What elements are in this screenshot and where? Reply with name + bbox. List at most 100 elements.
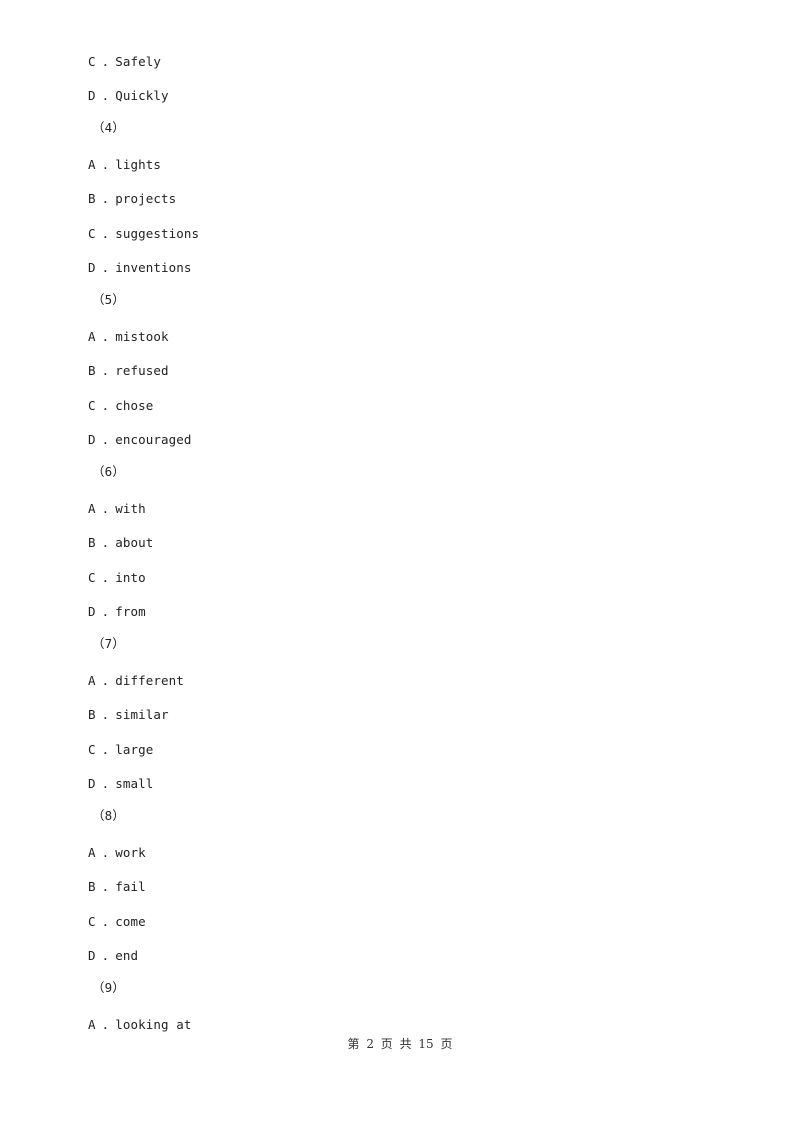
option-separator: .	[101, 570, 110, 585]
answer-option[interactable]: C. come	[88, 914, 146, 930]
option-letter: A	[88, 157, 96, 172]
question-number: （5）	[92, 292, 125, 307]
option-letter: B	[88, 363, 96, 378]
option-text: large	[115, 742, 154, 757]
answer-option[interactable]: D. encouraged	[88, 432, 192, 448]
option-letter: A	[88, 501, 96, 516]
question-number: （9）	[92, 980, 125, 995]
option-letter: C	[88, 398, 96, 413]
option-text: similar	[115, 707, 169, 722]
option-text: suggestions	[115, 226, 200, 241]
answer-option[interactable]: D. end	[88, 948, 138, 964]
answer-option[interactable]: B. refused	[88, 363, 169, 379]
option-letter: A	[88, 1017, 96, 1032]
option-text: mistook	[115, 329, 169, 344]
option-text: with	[115, 501, 146, 516]
option-separator: .	[101, 363, 110, 378]
option-text: small	[115, 776, 154, 791]
option-separator: .	[101, 879, 110, 894]
answer-option[interactable]: A. lights	[88, 157, 161, 173]
option-text: fail	[115, 879, 146, 894]
question-number: （7）	[92, 636, 125, 651]
answer-option[interactable]: D. inventions	[88, 260, 192, 276]
option-separator: .	[101, 329, 110, 344]
option-text: come	[115, 914, 146, 929]
answer-option[interactable]: B. about	[88, 535, 153, 551]
option-text: work	[115, 845, 146, 860]
option-separator: .	[101, 845, 110, 860]
option-letter: D	[88, 260, 96, 275]
option-letter: C	[88, 54, 96, 69]
option-text: about	[115, 535, 154, 550]
option-letter: C	[88, 226, 96, 241]
option-separator: .	[101, 432, 110, 447]
document-page: C. Safely D. Quickly （4） A. lights B. projects C.…	[0, 0, 800, 1132]
option-text: Safely	[115, 54, 162, 69]
answer-option[interactable]: A. work	[88, 845, 146, 861]
option-separator: .	[101, 707, 110, 722]
option-letter: A	[88, 673, 96, 688]
question-number: （4）	[92, 120, 125, 135]
option-text: inventions	[115, 260, 192, 275]
answer-option[interactable]: D. Quickly	[88, 88, 169, 104]
answer-option[interactable]: C. chose	[88, 398, 153, 414]
option-letter: C	[88, 570, 96, 585]
option-separator: .	[101, 191, 110, 206]
option-separator: .	[101, 948, 110, 963]
option-separator: .	[101, 260, 110, 275]
option-text: from	[115, 604, 146, 619]
option-separator: .	[101, 742, 110, 757]
option-separator: .	[101, 673, 110, 688]
option-letter: D	[88, 88, 96, 103]
option-letter: B	[88, 707, 96, 722]
option-text: end	[115, 948, 139, 963]
option-letter: A	[88, 329, 96, 344]
option-letter: D	[88, 604, 96, 619]
answer-option[interactable]: A. with	[88, 501, 146, 517]
option-separator: .	[101, 226, 110, 241]
option-separator: .	[101, 776, 110, 791]
option-separator: .	[101, 535, 110, 550]
option-separator: .	[101, 88, 110, 103]
page-footer: 第 2 页 共 15 页	[347, 1037, 453, 1051]
option-letter: B	[88, 191, 96, 206]
option-separator: .	[101, 398, 110, 413]
question-number: （6）	[92, 464, 125, 479]
answer-option[interactable]: C. into	[88, 570, 146, 586]
option-separator: .	[101, 1017, 110, 1032]
option-letter: A	[88, 845, 96, 860]
option-text: different	[115, 673, 184, 688]
option-letter: B	[88, 879, 96, 894]
answer-option[interactable]: D. from	[88, 604, 146, 620]
option-separator: .	[101, 157, 110, 172]
answer-option[interactable]: B. fail	[88, 879, 146, 895]
answer-option[interactable]: D. small	[88, 776, 153, 792]
option-separator: .	[101, 914, 110, 929]
answer-option[interactable]: C. suggestions	[88, 226, 199, 242]
option-text: Quickly	[115, 88, 169, 103]
option-separator: .	[101, 501, 110, 516]
question-number: （8）	[92, 808, 125, 823]
option-separator: .	[101, 604, 110, 619]
option-text: into	[115, 570, 146, 585]
option-letter: C	[88, 914, 96, 929]
answer-option[interactable]: A. different	[88, 673, 184, 689]
option-text: projects	[115, 191, 177, 206]
option-text: looking at	[115, 1017, 192, 1032]
answer-option[interactable]: A. looking at	[88, 1017, 192, 1033]
option-letter: B	[88, 535, 96, 550]
option-text: chose	[115, 398, 154, 413]
answer-option[interactable]: C. Safely	[88, 54, 161, 70]
answer-option[interactable]: B. projects	[88, 191, 176, 207]
option-letter: C	[88, 742, 96, 757]
answer-option[interactable]: B. similar	[88, 707, 169, 723]
answer-option[interactable]: A. mistook	[88, 329, 169, 345]
option-letter: D	[88, 432, 96, 447]
option-text: lights	[115, 157, 162, 172]
option-separator: .	[101, 54, 110, 69]
option-letter: D	[88, 776, 96, 791]
answer-option[interactable]: C. large	[88, 742, 153, 758]
option-text: encouraged	[115, 432, 192, 447]
option-letter: D	[88, 948, 96, 963]
option-text: refused	[115, 363, 169, 378]
